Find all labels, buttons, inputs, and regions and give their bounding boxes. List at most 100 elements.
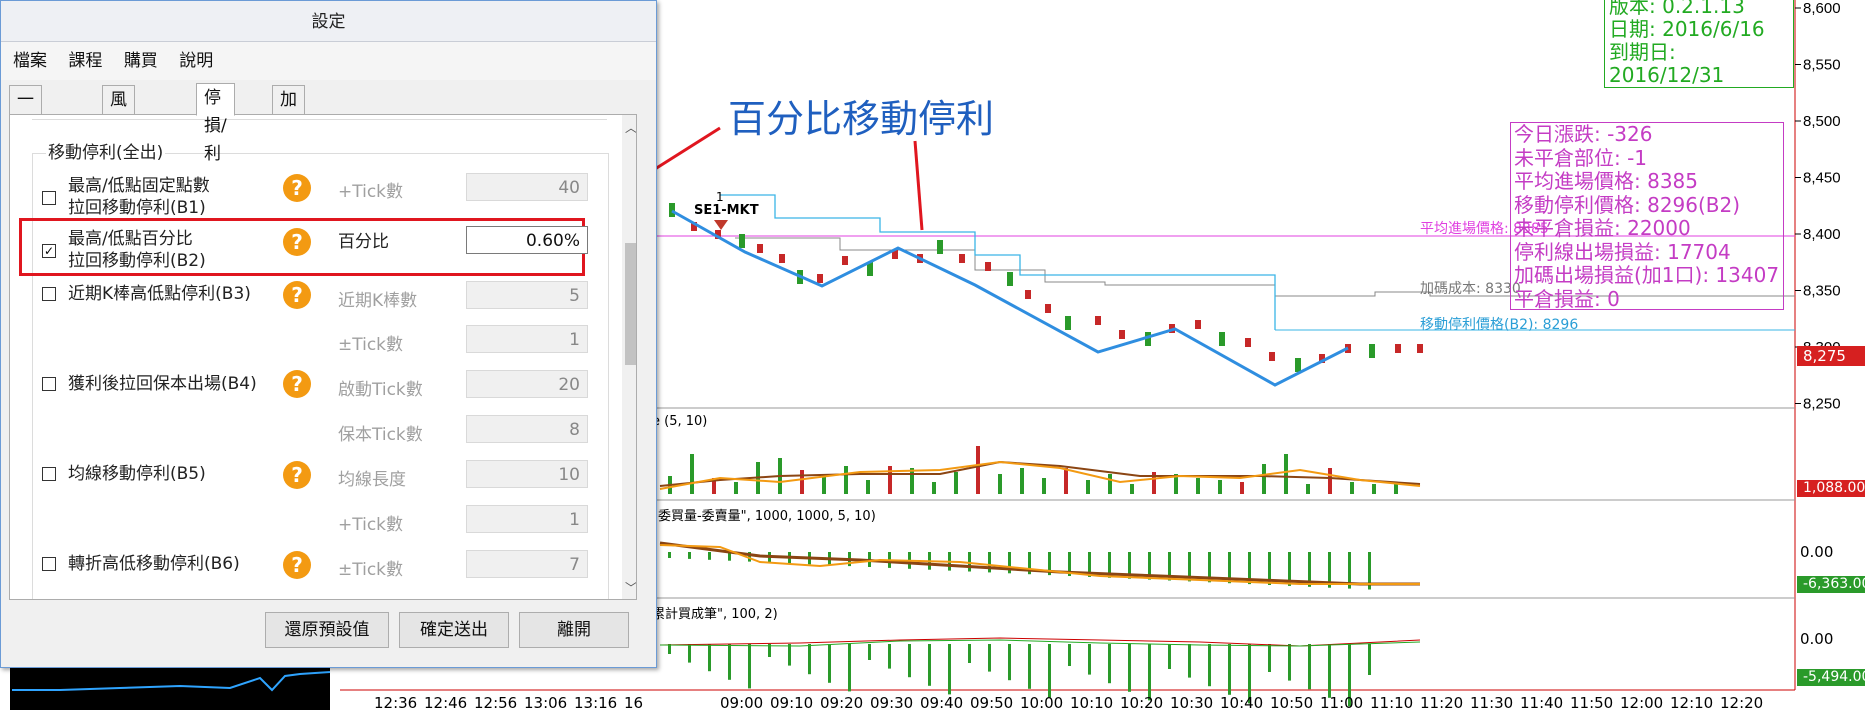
b5-checkbox[interactable]	[42, 467, 56, 481]
tab-stoploss[interactable]: 停損/利	[196, 83, 235, 164]
b3-label: 近期K棒高低點停利(B3)	[68, 284, 251, 304]
b1-field[interactable]: 40	[466, 173, 588, 201]
signal-label: SE1-MKT	[694, 203, 759, 218]
b5-field-b[interactable]: 1	[466, 505, 588, 533]
b2-label-line1: 最高/低點百分比	[68, 229, 193, 249]
volume-bar	[1240, 482, 1244, 494]
candle	[1065, 316, 1071, 330]
volume-bar	[1196, 478, 1200, 494]
time-label: 11:40	[1520, 694, 1564, 712]
price-tick-label: 8,600	[1803, 0, 1841, 17]
cumulative-bar	[1068, 644, 1071, 666]
menu-purchase[interactable]: 購買	[124, 51, 158, 71]
volume-bar	[1328, 468, 1332, 494]
time-label: 10:30	[1170, 694, 1214, 712]
b2-checkbox[interactable]: ✓	[42, 244, 56, 258]
panel4-title: 累計買成筆", 100, 2)	[652, 607, 778, 622]
b4-field-b[interactable]: 8	[466, 415, 588, 443]
annotation-label: 百分比移動停利	[728, 97, 995, 141]
group-title: 移動停利(全出)	[46, 142, 166, 165]
reset-button[interactable]: 還原預設值	[265, 612, 389, 648]
price-tick-label: 8,500	[1803, 113, 1841, 130]
time-label: 09:40	[920, 694, 964, 712]
scroll-down-icon[interactable]: ﹀	[625, 579, 636, 596]
stoploss-panel: 移動停利(全出) 最高/低點固定點數 拉回移動停利(B1) ? +Tick數 4…	[9, 114, 637, 600]
candle	[779, 254, 785, 263]
info-line: 加碼出場損益(加1口): 13407	[1514, 263, 1780, 287]
time-label: 10:20	[1120, 694, 1164, 712]
time-label: 13:16	[574, 694, 618, 712]
volume-bar	[954, 472, 958, 494]
b4-checkbox[interactable]	[42, 377, 56, 391]
b6-checkbox[interactable]	[42, 557, 56, 571]
top-divider	[32, 119, 607, 120]
b3-field-b[interactable]: 1	[466, 325, 588, 353]
cumulative-bar	[988, 644, 991, 672]
tab-add-position[interactable]: 加碼	[272, 85, 305, 138]
b5-field[interactable]: 10	[466, 460, 588, 488]
b6-field[interactable]: 7	[466, 550, 588, 578]
time-label: 12:46	[424, 694, 468, 712]
help-icon[interactable]: ?	[283, 174, 311, 202]
help-icon[interactable]: ?	[283, 551, 311, 579]
volume-bar	[1130, 484, 1134, 494]
time-label: 09:30	[870, 694, 914, 712]
panel-scrollbar[interactable]: ︿ ﹀	[622, 115, 636, 599]
b4-field[interactable]: 20	[466, 370, 588, 398]
trail-stop-label: 移動停利價格(B2): 8296	[1420, 317, 1579, 333]
help-icon[interactable]: ?	[283, 281, 311, 309]
b2-percent-field[interactable]: 0.60%	[466, 226, 588, 254]
menu-course[interactable]: 課程	[68, 51, 102, 71]
cumulative-bar	[728, 644, 731, 680]
b1-field-label: +Tick數	[338, 182, 404, 202]
scroll-thumb[interactable]	[625, 243, 636, 365]
volume-bar	[1372, 484, 1376, 494]
help-icon[interactable]: ?	[283, 370, 311, 398]
help-icon[interactable]: ?	[283, 228, 311, 256]
scroll-up-icon[interactable]: ︿	[625, 119, 636, 136]
price-tick-label: 8,400	[1803, 226, 1841, 243]
menu-help[interactable]: 說明	[179, 51, 213, 71]
volume-bar	[1042, 478, 1046, 494]
candle	[1295, 358, 1301, 372]
menu-file[interactable]: 檔案	[13, 51, 47, 71]
b2-field-label: 百分比	[338, 232, 389, 252]
b5-field-label-b: +Tick數	[338, 515, 404, 535]
time-label: 09:10	[770, 694, 814, 712]
settings-dialog: 設定 檔案 課程 購買 說明 一般設定 風險控管 停損/利 加碼 移動停利(全出…	[0, 0, 657, 668]
panel4-value: -5,494.00	[1797, 669, 1865, 686]
b4-label: 獲利後拉回保本出場(B4)	[68, 374, 257, 394]
last-price-badge: 8,275	[1797, 346, 1865, 366]
b3-field-label-b: ±Tick數	[338, 335, 404, 355]
candle	[1119, 330, 1125, 339]
add-cost-label: 加碼成本: 8330	[1420, 281, 1521, 297]
dialog-title[interactable]: 設定	[1, 1, 656, 42]
time-label: 11:00	[1320, 694, 1364, 712]
time-label: 12:20	[1720, 694, 1764, 712]
volume-bar	[690, 454, 694, 494]
cumulative-bar	[1088, 644, 1091, 675]
time-label: 09:00	[720, 694, 764, 712]
candle	[1219, 332, 1225, 346]
tab-general[interactable]: 一般設定	[9, 85, 42, 194]
close-button[interactable]: 離開	[519, 612, 629, 648]
date-text: 日期: 2016/6/16	[1609, 17, 1765, 41]
info-line: 停利線出場損益: 17704	[1514, 239, 1731, 264]
b3-checkbox[interactable]	[42, 287, 56, 301]
help-icon[interactable]: ?	[283, 461, 311, 489]
b2-label-line2: 拉回移動停利(B2)	[68, 251, 206, 271]
version-text: 版本: 0.2.1.13	[1609, 0, 1745, 18]
b1-checkbox[interactable]	[42, 191, 56, 205]
ok-button[interactable]: 確定送出	[399, 612, 509, 648]
candle	[1395, 344, 1401, 353]
time-label: 09:50	[970, 694, 1014, 712]
tab-risk[interactable]: 風險控管	[102, 85, 135, 194]
b1-label-line2: 拉回移動停利(B1)	[68, 198, 206, 218]
bid-ask-bar	[708, 552, 711, 560]
time-label: 10:10	[1070, 694, 1114, 712]
candle	[1045, 304, 1051, 313]
candle	[1369, 344, 1375, 358]
time-label: 12:10	[1670, 694, 1714, 712]
volume-bar	[1350, 482, 1354, 494]
b3-field[interactable]: 5	[466, 281, 588, 309]
